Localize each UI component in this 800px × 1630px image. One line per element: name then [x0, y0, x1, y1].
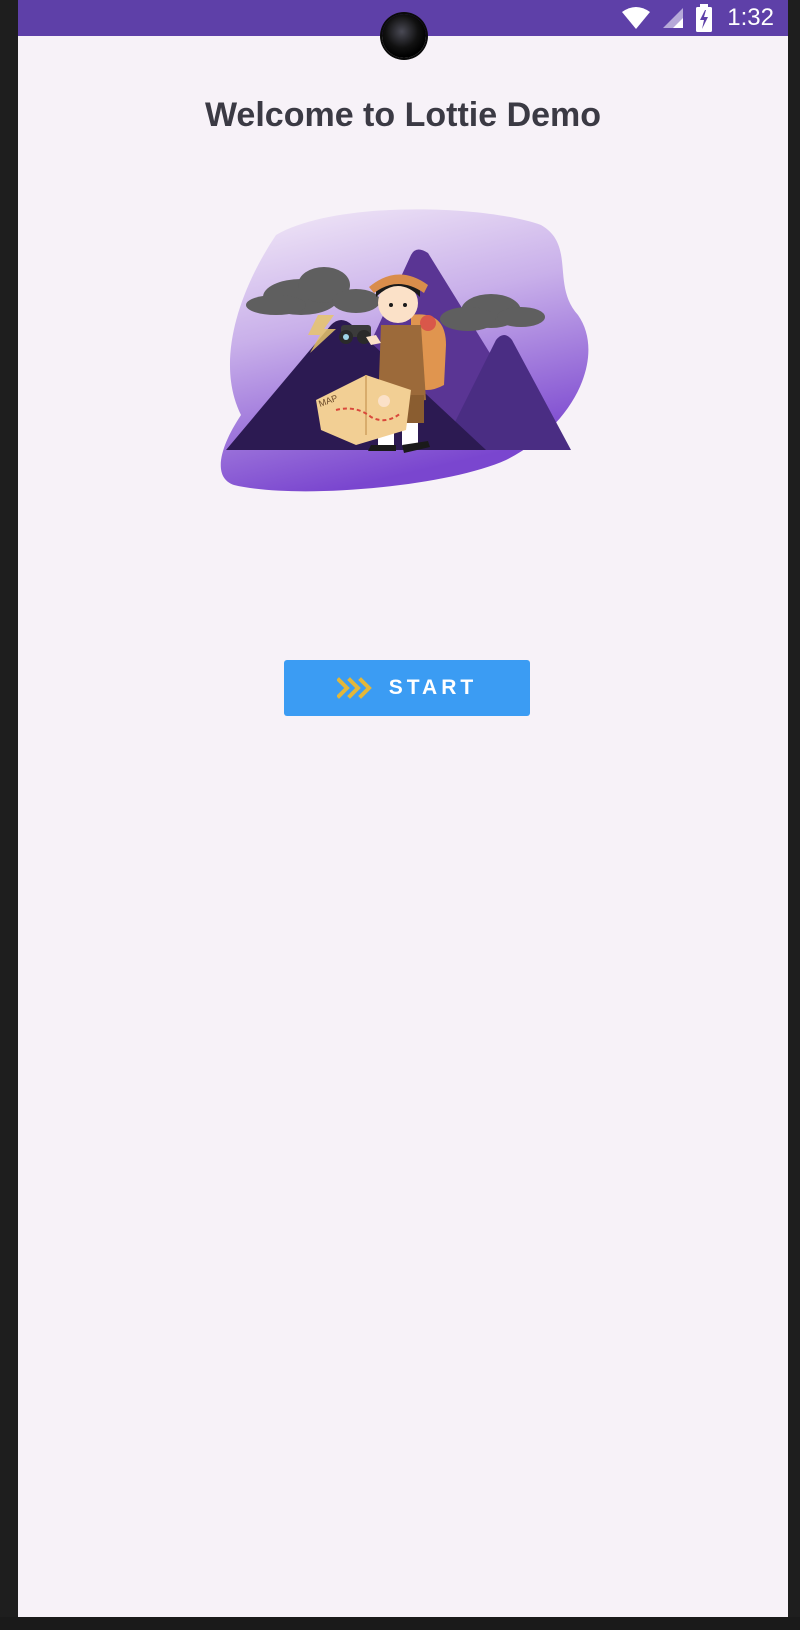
device-bottom-bezel	[0, 1617, 800, 1630]
start-button[interactable]: START	[284, 660, 530, 716]
front-camera	[382, 14, 426, 58]
device-frame: 1:32 Welcome to Lottie Demo MAP START	[0, 0, 800, 1630]
explorer-animation: MAP	[220, 209, 589, 492]
page-title: Welcome to Lottie Demo	[204, 96, 602, 134]
signal-icon	[663, 8, 684, 28]
battery-charging-icon	[696, 4, 713, 32]
wifi-icon	[622, 7, 651, 29]
status-icons: 1:32	[621, 2, 774, 34]
app-screen: 1:32 Welcome to Lottie Demo MAP START	[18, 0, 788, 1617]
chevrons-right-icon	[336, 677, 372, 699]
start-label: START	[388, 676, 478, 699]
status-time: 1:32	[727, 4, 774, 31]
